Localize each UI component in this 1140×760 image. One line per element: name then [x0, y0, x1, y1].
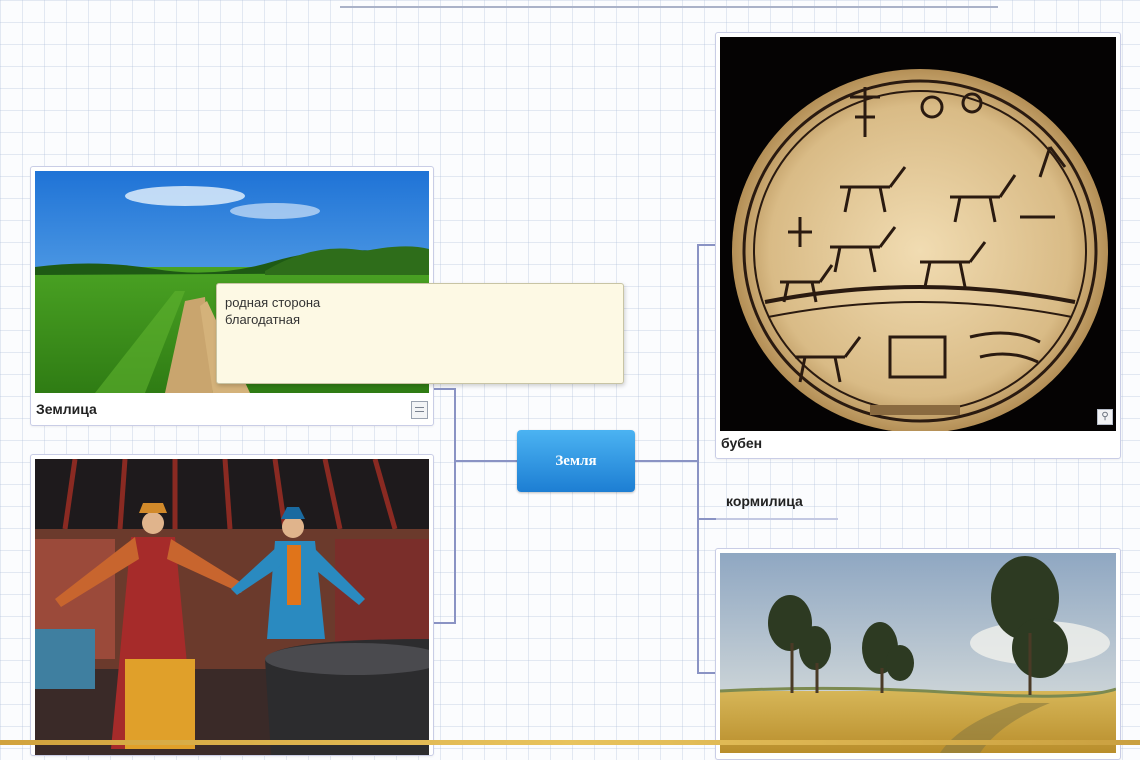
yurt-people-image [35, 459, 429, 755]
node-caption-buben: бубен [721, 435, 763, 451]
note-line-1: родная сторона [225, 295, 321, 310]
node-caption-zemlitsa: Землица [36, 401, 97, 417]
node-field[interactable] [715, 548, 1121, 760]
node-kormilitsa[interactable]: кормилица [726, 493, 803, 509]
node-kormilitsa-underline [716, 518, 838, 520]
shaman-drum-image [720, 37, 1116, 431]
connector-root-left [454, 460, 518, 462]
note-icon[interactable] [411, 401, 428, 419]
connector-left-lower [432, 622, 456, 624]
connector-left-trunk [454, 388, 456, 624]
note-popup: родная сторона благодатная [216, 283, 624, 384]
connector-right-trunk [697, 244, 699, 674]
note-line-2: благодатная [225, 312, 301, 327]
top-divider [340, 6, 998, 8]
rye-field-pines-image [720, 553, 1116, 753]
root-node[interactable]: Земля [517, 430, 635, 492]
magnifier-icon[interactable]: ⚲ [1097, 409, 1113, 425]
bottom-strip [0, 740, 1140, 745]
connector-root-right [634, 460, 698, 462]
node-buben[interactable]: бубен ⚲ [715, 32, 1121, 459]
connector-right-mid [697, 518, 717, 520]
node-people[interactable] [30, 454, 434, 756]
connector-right-bottom [697, 672, 717, 674]
connector-left-upper [432, 388, 456, 390]
connector-right-top [697, 244, 717, 246]
root-node-label: Земля [555, 452, 597, 469]
